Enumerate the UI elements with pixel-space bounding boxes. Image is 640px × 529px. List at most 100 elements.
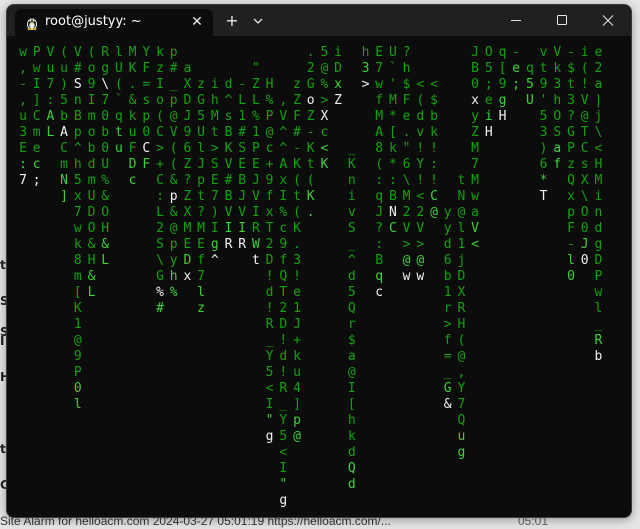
- matrix-char: &: [443, 397, 452, 412]
- matrix-char: H: [457, 317, 466, 332]
- matrix-char: D: [183, 93, 192, 108]
- matrix-char: 9: [87, 77, 96, 92]
- matrix-char: J: [293, 317, 301, 332]
- matrix-char: x: [73, 189, 82, 204]
- matrix-char: i: [580, 45, 589, 60]
- matrix-char: T: [279, 285, 288, 300]
- matrix-char: L: [46, 125, 55, 140]
- matrix-char: h: [553, 93, 562, 108]
- matrix-char: 7: [457, 397, 466, 412]
- matrix-char: .: [306, 205, 315, 220]
- matrix-char: C: [580, 141, 589, 156]
- matrix-char: (: [169, 157, 178, 172]
- matrix-char: s: [224, 109, 233, 124]
- matrix-char: Z: [471, 125, 479, 140]
- matrix-char: e: [512, 61, 521, 76]
- matrix-char: R: [265, 317, 274, 332]
- matrix-char: 2: [402, 205, 411, 220]
- matrix-char: I: [87, 93, 96, 108]
- matrix-char: C: [142, 141, 151, 156]
- matrix-char: w: [375, 77, 384, 92]
- matrix-char: x: [265, 205, 274, 220]
- matrix-char: C: [32, 109, 41, 124]
- matrix-char: L: [156, 205, 164, 220]
- matrix-char: c: [320, 125, 329, 140]
- tab-close-icon[interactable]: ✕: [189, 14, 205, 30]
- title-bar[interactable]: root@justyy: ~ ✕ +: [7, 5, 631, 36]
- matrix-char: +: [156, 157, 164, 172]
- matrix-char: #: [293, 125, 301, 140]
- matrix-char: a: [553, 141, 562, 156]
- matrix-char: \: [580, 189, 589, 204]
- matrix-rain: w, -, u 3 E:7 Pw I] Cm e c; Vu 7: A L(u) 5 b A Cm N] V # Sn Bp…: [7, 36, 631, 517]
- matrix-char: i: [594, 189, 603, 204]
- close-button[interactable]: [585, 5, 631, 36]
- matrix-char: 7: [197, 269, 205, 284]
- matrix-char: u: [293, 365, 301, 380]
- matrix-char: c: [279, 221, 288, 236]
- matrix-char: H: [101, 221, 110, 236]
- matrix-char: %: [320, 77, 329, 92]
- matrix-char: 0: [471, 77, 479, 92]
- new-tab-button[interactable]: +: [222, 11, 242, 31]
- matrix-char: M: [471, 141, 479, 156]
- matrix-char: #: [156, 301, 164, 316]
- matrix-char: 1: [293, 301, 301, 316]
- matrix-char: 7: [101, 93, 110, 108]
- matrix-char: g: [498, 93, 507, 108]
- matrix-char: 2: [265, 237, 274, 252]
- matrix-char: k: [347, 429, 356, 444]
- matrix-char: ^: [279, 141, 288, 156]
- matrix-char: <: [265, 381, 274, 396]
- matrix-char: x: [567, 189, 575, 204]
- matrix-char: ?: [183, 173, 192, 188]
- matrix-char: (: [87, 45, 96, 60]
- terminal-content[interactable]: w, -, u 3 E:7 Pw I] Cm e c; Vu 7: A L(u) 5 b A Cm N] V # Sn Bp…: [7, 36, 631, 517]
- matrix-char: K: [73, 301, 82, 316]
- matrix-char: x: [471, 93, 479, 108]
- matrix-char: (: [580, 61, 589, 76]
- matrix-char: g: [210, 237, 219, 252]
- matrix-char: m: [87, 173, 96, 188]
- matrix-char: u: [46, 61, 55, 76]
- matrix-char: `: [114, 93, 123, 108]
- matrix-char: F: [567, 221, 575, 236]
- matrix-char: ,: [457, 365, 466, 380]
- tab-root[interactable]: root@justyy: ~ ✕: [15, 9, 213, 36]
- matrix-char: J: [580, 237, 589, 252]
- matrix-char: q: [525, 61, 534, 76]
- matrix-char: 1: [457, 237, 466, 252]
- matrix-char: Y: [416, 157, 425, 172]
- matrix-char: 8: [375, 141, 384, 156]
- matrix-char: A: [60, 125, 68, 140]
- matrix-char: 3: [361, 61, 370, 76]
- matrix-char: $: [402, 77, 411, 92]
- matrix-char: k: [293, 349, 301, 364]
- maximize-button[interactable]: [539, 5, 585, 36]
- matrix-char: B: [224, 189, 233, 204]
- matrix-char: q: [498, 45, 507, 60]
- matrix-char: X: [183, 205, 192, 220]
- matrix-char: [: [73, 285, 82, 300]
- matrix-char: O: [553, 109, 562, 124]
- matrix-char: D: [279, 317, 288, 332]
- matrix-char: e: [484, 93, 493, 108]
- matrix-char: 5: [484, 61, 493, 76]
- matrix-char: Z: [306, 109, 315, 124]
- matrix-char: i: [347, 189, 356, 204]
- matrix-char: t: [293, 189, 301, 204]
- matrix-char: r: [347, 317, 356, 332]
- matrix-char: %: [169, 285, 178, 300]
- matrix-char: f: [443, 333, 452, 348]
- matrix-char: (: [156, 109, 164, 124]
- matrix-char: 9: [498, 77, 507, 92]
- matrix-char: !: [293, 269, 301, 284]
- matrix-char: \: [594, 125, 603, 140]
- matrix-char: L: [251, 93, 260, 108]
- matrix-char: g: [457, 445, 466, 460]
- matrix-char: M: [471, 173, 479, 188]
- minimize-button[interactable]: [493, 5, 539, 36]
- matrix-char: @: [430, 205, 438, 220]
- matrix-char: P: [73, 365, 82, 380]
- tab-dropdown-button[interactable]: [249, 11, 267, 31]
